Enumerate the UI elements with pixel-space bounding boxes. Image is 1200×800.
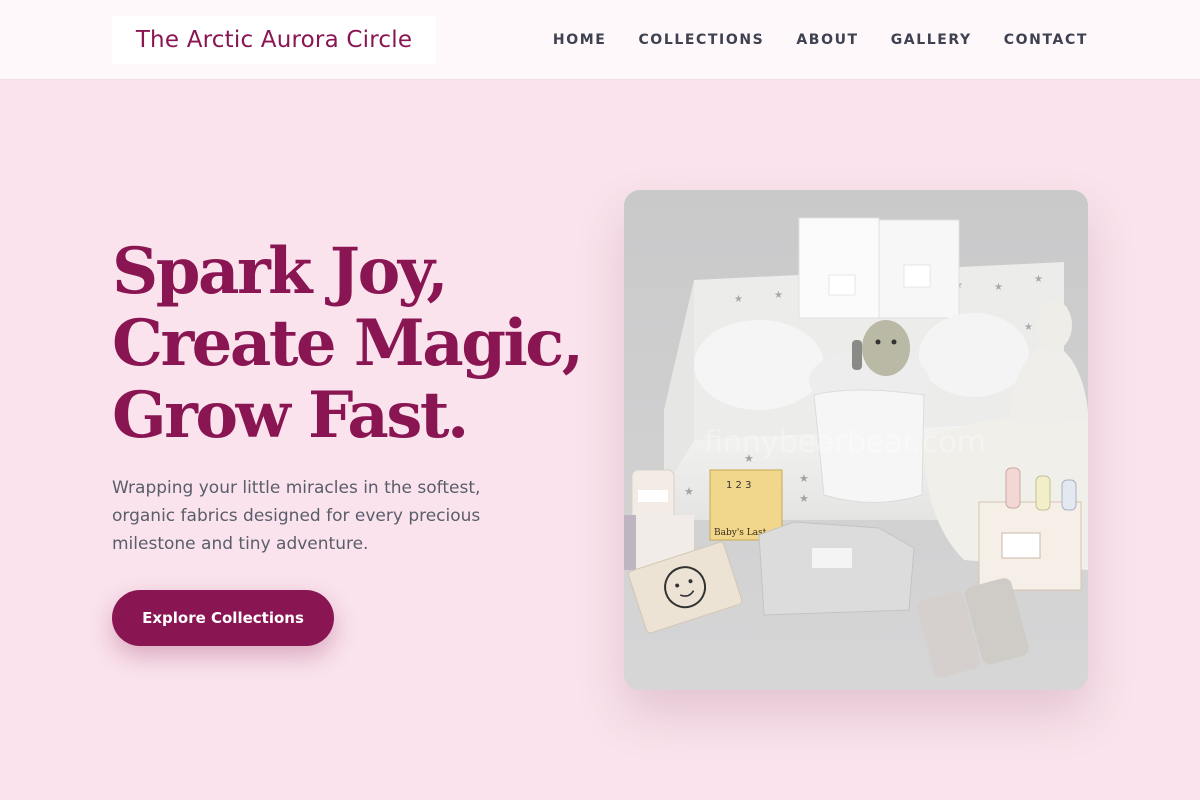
headline-line-1: Spark Joy, — [112, 234, 449, 309]
hero-product-image: ★ ★ ★ ★ ★ ★ ★ ★ ★ ★ ★ ★ — [624, 190, 1088, 690]
svg-text:★: ★ — [994, 282, 1003, 293]
book-numbers: 1 2 3 — [726, 480, 751, 491]
nav-link-collections[interactable]: COLLECTIONS — [638, 32, 764, 48]
hero-subtext: Wrapping your little miracles in the sof… — [112, 478, 481, 554]
svg-text:★: ★ — [799, 492, 809, 505]
image-watermark: finnybearbear.com — [704, 425, 986, 460]
svg-text:★: ★ — [1024, 322, 1033, 333]
hero-headline: Spark Joy, Create Magic, Grow Fast. — [112, 236, 612, 452]
svg-text:★: ★ — [799, 472, 809, 485]
site-header: The Arctic Aurora Circle HOME COLLECTION… — [0, 0, 1200, 80]
nav-link-about[interactable]: ABOUT — [796, 32, 858, 48]
svg-text:★: ★ — [684, 485, 694, 498]
logo-text: The Arctic Aurora Circle — [135, 27, 413, 53]
explore-collections-button[interactable]: Explore Collections — [112, 590, 334, 646]
headline-line-3: Grow Fast. — [112, 378, 469, 453]
headline-line-2: Create Magic, — [112, 306, 584, 381]
svg-text:★: ★ — [734, 294, 743, 305]
main-nav: HOME COLLECTIONS ABOUT GALLERY CONTACT — [553, 0, 1088, 80]
nav-link-gallery[interactable]: GALLERY — [891, 32, 972, 48]
svg-text:★: ★ — [1034, 274, 1043, 285]
nav-link-contact[interactable]: CONTACT — [1004, 32, 1088, 48]
site-logo[interactable]: The Arctic Aurora Circle — [112, 16, 436, 64]
svg-text:★: ★ — [774, 290, 783, 301]
nav-link-home[interactable]: HOME — [553, 32, 607, 48]
